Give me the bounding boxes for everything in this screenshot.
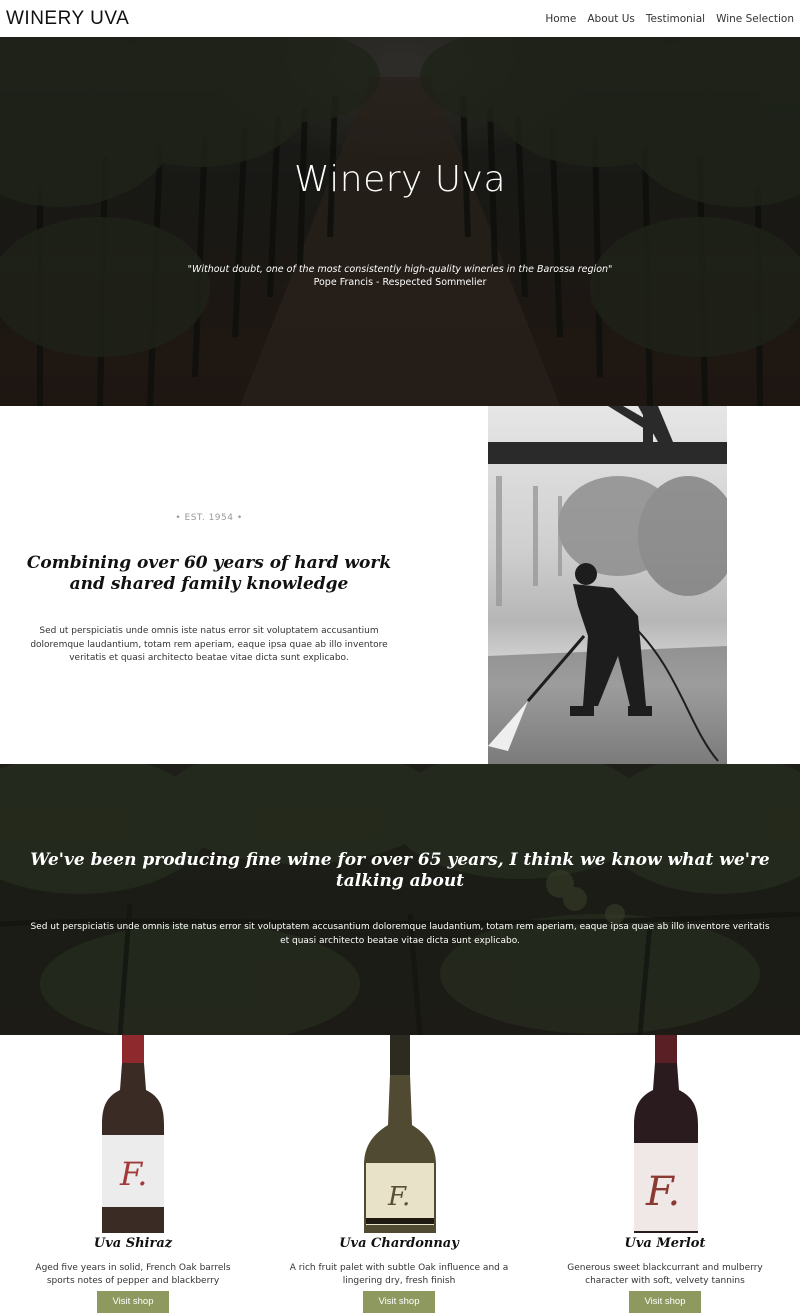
- nav-link-home[interactable]: Home: [545, 13, 576, 25]
- about-text-block: • EST. 1954 • Combining over 60 years of…: [0, 406, 418, 764]
- wine-description: Generous sweet blackcurrant and mulberry…: [567, 1263, 763, 1286]
- about-section: • EST. 1954 • Combining over 60 years of…: [0, 406, 800, 764]
- banner-paragraph: Sed ut perspiciatis unde omnis iste natu…: [30, 922, 770, 946]
- svg-text:F.: F.: [387, 1182, 410, 1212]
- vineyard-background-image: [0, 37, 800, 406]
- merlot-bottle-image: F.: [634, 1035, 698, 1233]
- visit-shop-button[interactable]: Visit shop: [97, 1291, 169, 1313]
- hero-section: Winery Uva "Without doubt, one of the mo…: [0, 37, 800, 406]
- hero-title: Winery Uva: [293, 159, 507, 200]
- svg-text:F.: F.: [645, 1169, 680, 1215]
- wine-card-shiraz: F. Uva Shiraz Aged five years in solid, …: [0, 1035, 266, 1313]
- wine-card-merlot: F. Uva Merlot Generous sweet blackcurran…: [532, 1035, 798, 1313]
- shiraz-bottle-image: F.: [102, 1035, 164, 1233]
- hero-quote: "Without doubt, one of the most consiste…: [187, 264, 613, 275]
- banner-heading: We've been producing fine wine for over …: [30, 850, 770, 891]
- top-nav: WINERY UVA Home About Us Testimonial Win…: [0, 0, 800, 37]
- svg-text:F.: F.: [119, 1155, 147, 1193]
- wine-card-chardonnay: F. Uva Chardonnay A rich fruit palet wit…: [266, 1035, 532, 1313]
- visit-shop-button[interactable]: Visit shop: [363, 1291, 435, 1313]
- wine-selection-section: F. Uva Shiraz Aged five years in solid, …: [0, 1035, 800, 1313]
- experience-banner: We've been producing fine wine for over …: [0, 764, 800, 1035]
- visit-shop-button[interactable]: Visit shop: [629, 1291, 701, 1313]
- established-label: • EST. 1954 •: [175, 513, 243, 523]
- wine-description: A rich fruit palet with subtle Oak influ…: [289, 1263, 509, 1286]
- brand-logo[interactable]: WINERY UVA: [6, 8, 129, 30]
- about-heading: Combining over 60 years of hard work and…: [26, 553, 392, 594]
- nav-link-testimonial[interactable]: Testimonial: [646, 13, 705, 25]
- chardonnay-bottle-image: F.: [364, 1035, 436, 1233]
- about-paragraph: Sed ut perspiciatis unde omnis iste natu…: [30, 626, 388, 663]
- wine-description: Aged five years in solid, French Oak bar…: [35, 1263, 231, 1286]
- nav-link-wine-selection[interactable]: Wine Selection: [716, 13, 794, 25]
- wine-name: Uva Chardonnay: [339, 1236, 459, 1251]
- wine-name: Uva Merlot: [624, 1236, 706, 1251]
- worker-pressure-washing-photo: [488, 406, 727, 764]
- nav-menu: Home About Us Testimonial Wine Selection: [545, 13, 794, 25]
- wine-name: Uva Shiraz: [93, 1236, 173, 1251]
- nav-link-about-us[interactable]: About Us: [587, 13, 635, 25]
- grapevine-background-image: [0, 764, 800, 1035]
- hero-quote-author: Pope Francis - Respected Sommelier: [313, 277, 487, 288]
